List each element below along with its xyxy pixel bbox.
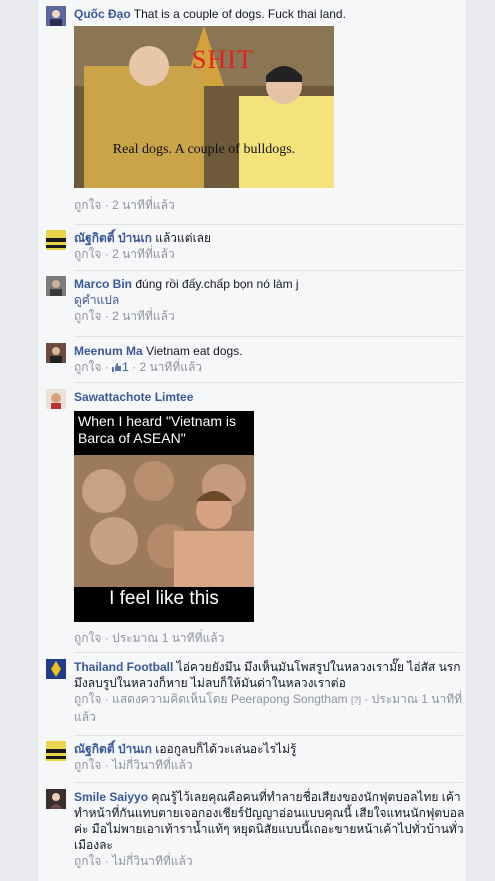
- photo-overlay-bottom: Real dogs. A couple of bulldogs.: [112, 142, 296, 157]
- thumbs-up-icon: [112, 360, 122, 372]
- see-translation-link[interactable]: ดูคำแปล: [74, 292, 466, 308]
- timestamp[interactable]: 2 นาทีที่แล้ว: [112, 247, 175, 261]
- comment-author[interactable]: Sawattachote Limtee: [74, 390, 193, 404]
- like-link[interactable]: ถูกใจ: [74, 854, 101, 868]
- comment-text: เออกูลบก็ได้วะเล่นอะไรไม่รู้: [155, 742, 297, 756]
- divider: [74, 270, 463, 271]
- meme-caption-bottom: I feel like this: [109, 588, 219, 609]
- divider: [74, 735, 463, 736]
- comment-photo[interactable]: SHIT Real dogs. A couple of bulldogs.: [74, 26, 334, 188]
- comment-text: Vietnam eat dogs.: [146, 344, 243, 358]
- like-link[interactable]: ถูกใจ: [74, 198, 101, 212]
- avatar[interactable]: [46, 659, 66, 679]
- like-link[interactable]: ถูกใจ: [74, 247, 101, 261]
- like-link[interactable]: ถูกใจ: [74, 309, 101, 323]
- comment-actions: ถูกใจ · ประมาณ 1 นาทีที่แล้ว: [74, 631, 225, 645]
- avatar[interactable]: [46, 343, 66, 363]
- avatar[interactable]: [46, 276, 66, 296]
- timestamp[interactable]: 2 นาทีที่แล้ว: [112, 198, 175, 212]
- help-link[interactable]: [?]: [351, 695, 361, 705]
- comment-text: That is a couple of dogs. Fuck thai land…: [133, 7, 346, 21]
- like-link[interactable]: ถูกใจ: [74, 758, 101, 772]
- comment-text: แล้วแต่เลย: [155, 231, 212, 245]
- comment-actions: ถูกใจ · 2 นาทีที่แล้ว: [74, 247, 175, 261]
- comment-actions: ถูกใจ · ไม่กี่วินาทีที่แล้ว: [74, 854, 193, 868]
- like-link[interactable]: ถูกใจ: [74, 692, 101, 706]
- divider: [74, 382, 463, 383]
- comment-author[interactable]: Thailand Football: [74, 660, 173, 674]
- comment-actions: ถูกใจ · 2 นาทีที่แล้ว: [74, 309, 175, 323]
- divider: [74, 652, 463, 653]
- avatar[interactable]: [46, 789, 66, 809]
- meme-caption-top: When I heard "Vietnam is Barca of ASEAN": [78, 413, 237, 446]
- avatar[interactable]: [46, 741, 66, 761]
- like-link[interactable]: ถูกใจ: [74, 360, 101, 374]
- comment-author[interactable]: Meenum Ma: [74, 344, 143, 358]
- comment-actions: ถูกใจ · แสดงความคิดเห็นโดย Peerapong Son…: [74, 692, 463, 724]
- like-count[interactable]: 1: [122, 360, 129, 374]
- comment-author[interactable]: Quốc Đạo: [74, 7, 131, 21]
- divider: [74, 336, 463, 337]
- edited-by-link[interactable]: แสดงความคิดเห็นโดย Peerapong Songtham: [112, 692, 348, 706]
- timestamp[interactable]: ประมาณ 1 นาทีที่แล้ว: [112, 631, 224, 645]
- avatar[interactable]: [46, 230, 66, 250]
- timestamp[interactable]: ไม่กี่วินาทีที่แล้ว: [112, 854, 193, 868]
- comment-author[interactable]: ณัฐกิตติ์ ป่านเก: [74, 742, 152, 756]
- photo-overlay-top: SHIT: [192, 45, 254, 74]
- avatar[interactable]: [46, 6, 66, 26]
- comment-actions: ถูกใจ · ไม่กี่วินาทีที่แล้ว: [74, 758, 193, 772]
- divider: [74, 782, 463, 783]
- timestamp[interactable]: 2 นาทีที่แล้ว: [139, 360, 202, 374]
- like-link[interactable]: ถูกใจ: [74, 631, 101, 645]
- comment-actions: ถูกใจ · 1 · 2 นาทีที่แล้ว: [74, 360, 203, 374]
- comment-author[interactable]: Marco Bin: [74, 277, 132, 291]
- comment-author[interactable]: Smile Saiyyo: [74, 790, 148, 804]
- timestamp[interactable]: ไม่กี่วินาทีที่แล้ว: [112, 758, 193, 772]
- comment-author[interactable]: ณัฐกิตติ์ ป่านเก: [74, 231, 152, 245]
- timestamp[interactable]: 2 นาทีที่แล้ว: [112, 309, 175, 323]
- avatar[interactable]: [46, 389, 66, 409]
- comment-photo[interactable]: When I heard "Vietnam is Barca of ASEAN"…: [74, 411, 254, 622]
- divider: [74, 224, 463, 225]
- comment-text: đúng rồi đấy.chấp bọn nó làm j: [135, 277, 299, 291]
- comment-actions: ถูกใจ · 2 นาทีที่แล้ว: [74, 198, 175, 212]
